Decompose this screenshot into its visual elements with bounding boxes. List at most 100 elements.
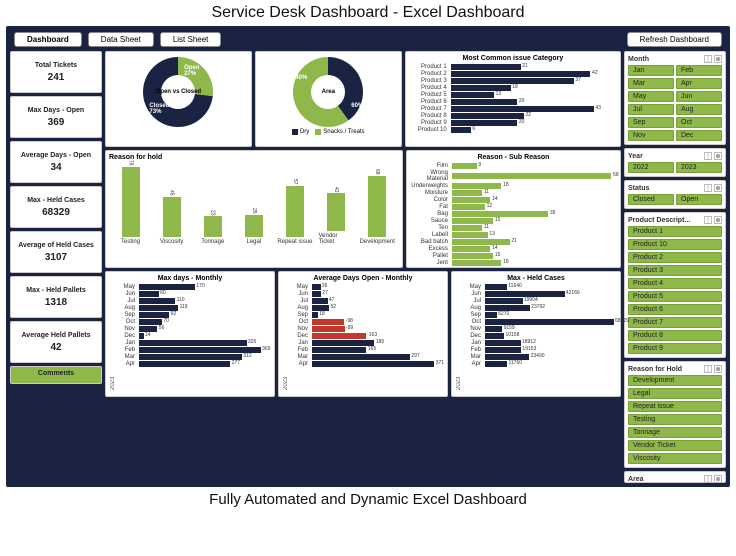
- dashboard-container: Dashboard Data Sheet List Sheet Refresh …: [6, 26, 730, 487]
- slicer-item[interactable]: 2022: [628, 162, 674, 173]
- multi-select-icon[interactable]: ⋮: [704, 152, 712, 160]
- kpi-value: 241: [13, 72, 99, 83]
- kpi-label: Average of Held Cases: [13, 242, 99, 249]
- slicer-item[interactable]: Sep: [628, 117, 674, 128]
- chart-title: Most Common issue Category: [409, 55, 617, 62]
- slicer-status: Status⋮⊗ ClosedOpen: [624, 180, 726, 209]
- chart-issue-category: Most Common issue Category Product 121Pr…: [405, 51, 621, 147]
- slicer-item[interactable]: Jul: [628, 104, 674, 115]
- slicer-item[interactable]: Product 2: [628, 252, 722, 263]
- kpi-value: 369: [13, 117, 99, 128]
- slicer-item[interactable]: Feb: [676, 65, 722, 76]
- slicer-item[interactable]: Tonnage: [628, 427, 722, 438]
- page-title-bottom: Fully Automated and Dynamic Excel Dashbo…: [0, 487, 736, 512]
- chart-title: Average Days Open - Monthly: [282, 275, 444, 282]
- slicer-item[interactable]: Product 7: [628, 317, 722, 328]
- kpi-label: Max - Held Cases: [13, 197, 99, 204]
- kpi-avg-held-cases: Average of Held Cases 3107: [10, 231, 102, 273]
- slicer-reason: Reason for Hold⋮⊗ DevelopmentLegalRepeat…: [624, 361, 726, 468]
- kpi-label: Average Held Pallets: [13, 332, 99, 339]
- slicer-item[interactable]: Vendor Ticket: [628, 440, 722, 451]
- slicer-item[interactable]: Closed: [628, 194, 674, 205]
- dashboard-tab-button[interactable]: Dashboard: [14, 32, 82, 47]
- donut-area: 40% 60% Area Dry Snacks / Treats: [255, 51, 402, 147]
- comments-label: Comments: [13, 370, 99, 377]
- clear-filter-icon[interactable]: ⊗: [714, 365, 722, 373]
- slicer-item[interactable]: Nov: [628, 130, 674, 141]
- slicer-item[interactable]: Mar: [628, 78, 674, 89]
- slicer-product: Product Descript...⋮⊗ Product 1Product 1…: [624, 212, 726, 358]
- slicer-item[interactable]: Product 8: [628, 330, 722, 341]
- slicer-item[interactable]: Product 4: [628, 278, 722, 289]
- comments-button[interactable]: Comments: [10, 366, 102, 384]
- kpi-max-held-pallets: Max - Held Pallets 1318: [10, 276, 102, 318]
- clear-filter-icon[interactable]: ⊗: [714, 55, 722, 63]
- slicer-month: Month⋮⊗ JanFebMarAprMayJunJulAugSepOctNo…: [624, 51, 726, 145]
- clear-filter-icon[interactable]: ⊗: [714, 475, 722, 483]
- slicer-item[interactable]: Development: [628, 375, 722, 386]
- slicer-item[interactable]: Product 3: [628, 265, 722, 276]
- slicer-column: Month⋮⊗ JanFebMarAprMayJunJulAugSepOctNo…: [624, 51, 726, 483]
- slicer-item[interactable]: Apr: [676, 78, 722, 89]
- slicer-item[interactable]: Legal: [628, 388, 722, 399]
- slicer-item[interactable]: Product 9: [628, 343, 722, 354]
- kpi-avg-held-pallets: Average Held Pallets 42: [10, 321, 102, 363]
- slicer-item[interactable]: Repeat issue: [628, 401, 722, 412]
- slicer-item[interactable]: 2023: [676, 162, 722, 173]
- page-title-top: Service Desk Dashboard - Excel Dashboard: [0, 0, 736, 26]
- multi-select-icon[interactable]: ⋮: [704, 475, 712, 483]
- chart-title: Reason for hold: [109, 154, 399, 161]
- kpi-value: 34: [13, 162, 99, 173]
- kpi-max-held-cases: Max - Held Cases 68329: [10, 186, 102, 228]
- refresh-dashboard-button[interactable]: Refresh Dashboard: [627, 32, 722, 47]
- chart-max-held: Max - Held Cases 2023May11640Jun42166Jul…: [451, 271, 621, 397]
- slicer-item[interactable]: Product 1: [628, 226, 722, 237]
- donut-legend: Dry Snacks / Treats: [259, 129, 398, 135]
- kpi-value: 3107: [13, 252, 99, 263]
- kpi-max-days-open: Max Days - Open 369: [10, 96, 102, 138]
- kpi-label: Total Tickets: [13, 62, 99, 69]
- slicer-item[interactable]: Oct: [676, 117, 722, 128]
- kpi-label: Max Days - Open: [13, 107, 99, 114]
- kpi-total-tickets: Total Tickets 241: [10, 51, 102, 93]
- kpi-avg-days-open: Average Days - Open 34: [10, 141, 102, 183]
- donut-open-closed: Open27% Closed73% Open vs Closed: [105, 51, 252, 147]
- list-sheet-button[interactable]: List Sheet: [160, 32, 222, 47]
- slicer-item[interactable]: Product 5: [628, 291, 722, 302]
- kpi-label: Average Days - Open: [13, 152, 99, 159]
- slicer-item[interactable]: Open: [676, 194, 722, 205]
- slicer-item[interactable]: Aug: [676, 104, 722, 115]
- donut-center-label: Open vs Closed: [143, 57, 213, 127]
- slicer-year: Year⋮⊗ 20222023: [624, 148, 726, 177]
- slicer-item[interactable]: Viscosity: [628, 453, 722, 464]
- charts-area: Open27% Closed73% Open vs Closed 40% 60%…: [105, 51, 621, 483]
- slicer-item[interactable]: Jun: [676, 91, 722, 102]
- multi-select-icon[interactable]: ⋮: [704, 55, 712, 63]
- slicer-item[interactable]: Product 6: [628, 304, 722, 315]
- slicer-item[interactable]: Dec: [676, 130, 722, 141]
- multi-select-icon[interactable]: ⋮: [704, 365, 712, 373]
- clear-filter-icon[interactable]: ⊗: [714, 152, 722, 160]
- slicer-item[interactable]: Testing: [628, 414, 722, 425]
- chart-max-monthly: Max days - Monthly 2023May170Jun60Jul110…: [105, 271, 275, 397]
- kpi-value: 68329: [13, 207, 99, 218]
- multi-select-icon[interactable]: ⋮: [704, 216, 712, 224]
- donut-center-label: Area: [293, 57, 363, 127]
- chart-reason-hold: Reason for hold 78Testing45Viscosity23To…: [105, 150, 403, 268]
- toolbar: Dashboard Data Sheet List Sheet Refresh …: [10, 30, 726, 51]
- chart-title: Reason - Sub Reason: [410, 154, 617, 161]
- kpi-column: Total Tickets 241 Max Days - Open 369 Av…: [10, 51, 102, 483]
- kpi-value: 1318: [13, 297, 99, 308]
- data-sheet-button[interactable]: Data Sheet: [88, 32, 154, 47]
- kpi-value: 42: [13, 342, 99, 353]
- chart-avg-monthly: Average Days Open - Monthly 2023May26Jun…: [278, 271, 448, 397]
- clear-filter-icon[interactable]: ⊗: [714, 184, 722, 192]
- kpi-label: Max - Held Pallets: [13, 287, 99, 294]
- chart-title: Max days - Monthly: [109, 275, 271, 282]
- multi-select-icon[interactable]: ⋮: [704, 184, 712, 192]
- chart-sub-reason: Reason - Sub Reason Film9Wrong Material5…: [406, 150, 621, 268]
- clear-filter-icon[interactable]: ⊗: [714, 216, 722, 224]
- slicer-item[interactable]: Jan: [628, 65, 674, 76]
- slicer-item[interactable]: Product 10: [628, 239, 722, 250]
- slicer-item[interactable]: May: [628, 91, 674, 102]
